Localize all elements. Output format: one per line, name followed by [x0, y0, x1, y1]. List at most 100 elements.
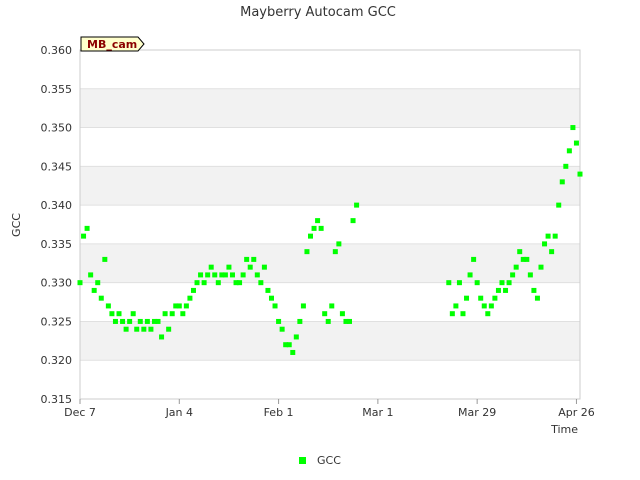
gcc-point — [354, 202, 360, 208]
gcc-point — [180, 311, 186, 317]
gcc-point — [527, 272, 533, 278]
gcc-point — [109, 311, 115, 317]
gcc-point — [478, 295, 484, 301]
y-tick-label: 0.315 — [41, 393, 73, 406]
gcc-point — [194, 280, 200, 286]
gcc-point — [322, 311, 328, 317]
gcc-point — [247, 264, 253, 270]
gcc-point — [254, 272, 260, 278]
gcc-point — [198, 272, 204, 278]
gcc-point — [229, 272, 235, 278]
gcc-point — [566, 148, 572, 154]
site-tag: MB_cam — [80, 36, 145, 52]
gcc-point — [545, 233, 551, 239]
gcc-point — [542, 241, 548, 247]
gcc-point — [84, 225, 90, 231]
gcc-point — [300, 303, 306, 309]
gcc-point — [556, 202, 562, 208]
gcc-point — [464, 295, 470, 301]
gcc-point — [297, 318, 303, 324]
gcc-point — [538, 264, 544, 270]
gcc-point — [102, 256, 108, 262]
gcc-point — [251, 256, 257, 262]
gcc-point — [350, 218, 356, 224]
gcc-point — [495, 287, 501, 293]
gcc-point — [315, 218, 321, 224]
gcc-point — [261, 264, 267, 270]
grid-band — [80, 243, 580, 283]
gcc-point — [339, 311, 345, 317]
gcc-point — [286, 342, 292, 348]
gcc-point — [244, 256, 250, 262]
gcc-point — [134, 326, 140, 332]
gcc-point — [471, 256, 477, 262]
gcc-point — [276, 318, 282, 324]
gcc-point — [148, 326, 154, 332]
gcc-scatter-chart: Mayberry Autocam GCC 0.315 0.320 0.325 0.33… — [10, 5, 595, 467]
gcc-point — [141, 326, 147, 332]
gcc-point — [240, 272, 246, 278]
gcc-point — [304, 249, 310, 255]
grid-band — [80, 88, 580, 128]
gcc-point — [187, 295, 193, 301]
gcc-point — [137, 318, 143, 324]
grid-band — [80, 166, 580, 206]
gcc-point — [77, 280, 83, 286]
gcc-point — [329, 303, 335, 309]
y-tick-label: 0.325 — [41, 315, 73, 328]
gcc-point — [499, 280, 505, 286]
gcc-point — [166, 326, 172, 332]
gcc-point — [446, 280, 452, 286]
y-tick-label: 0.320 — [41, 354, 73, 367]
gcc-point — [570, 125, 576, 131]
legend-label-gcc: GCC — [317, 454, 341, 467]
gcc-point — [190, 287, 196, 293]
gcc-point — [268, 295, 274, 301]
y-axis-ticks: 0.315 0.320 0.325 0.330 0.335 0.340 0.345 0.350… — [41, 44, 73, 406]
gcc-point — [215, 280, 221, 286]
legend-marker-gcc — [299, 457, 306, 464]
gcc-point — [492, 295, 498, 301]
x-tick-label: Mar 1 — [362, 406, 393, 419]
y-tick-label: 0.345 — [41, 160, 73, 173]
gcc-point — [524, 256, 530, 262]
x-tick-label: Jan 4 — [165, 406, 193, 419]
gcc-point — [336, 241, 342, 247]
gcc-point — [474, 280, 480, 286]
gcc-point — [272, 303, 278, 309]
gcc-point — [144, 318, 150, 324]
gcc-point — [481, 303, 487, 309]
gcc-point — [130, 311, 136, 317]
gcc-point — [95, 280, 101, 286]
gcc-point — [517, 249, 523, 255]
gcc-point — [503, 287, 509, 293]
x-axis-title: Time — [550, 423, 578, 436]
gcc-point — [265, 287, 271, 293]
gcc-point — [573, 140, 579, 146]
x-tick-label: Feb 1 — [264, 406, 294, 419]
gcc-point — [98, 295, 104, 301]
gcc-point — [123, 326, 129, 332]
gcc-point — [81, 233, 87, 239]
gcc-point — [325, 318, 331, 324]
y-tick-label: 0.350 — [41, 122, 73, 135]
gcc-point — [318, 225, 324, 231]
gcc-point — [169, 311, 175, 317]
gcc-point — [332, 249, 338, 255]
gcc-point — [258, 280, 264, 286]
gcc-point — [105, 303, 111, 309]
gcc-point — [577, 171, 583, 177]
gcc-point — [91, 287, 97, 293]
y-tick-label: 0.335 — [41, 238, 73, 251]
gcc-point — [453, 303, 459, 309]
gcc-point — [155, 318, 161, 324]
y-tick-label: 0.340 — [41, 199, 73, 212]
gcc-point — [120, 318, 126, 324]
legend[interactable]: GCC — [299, 454, 341, 467]
x-axis-ticks: Dec 7 Jan 4 Feb 1 Mar 1 Mar 29 Apr 26 — [64, 399, 595, 419]
gcc-point — [506, 280, 512, 286]
gcc-point — [162, 311, 168, 317]
gcc-point — [293, 334, 299, 340]
gcc-point — [460, 311, 466, 317]
gcc-point — [307, 233, 313, 239]
